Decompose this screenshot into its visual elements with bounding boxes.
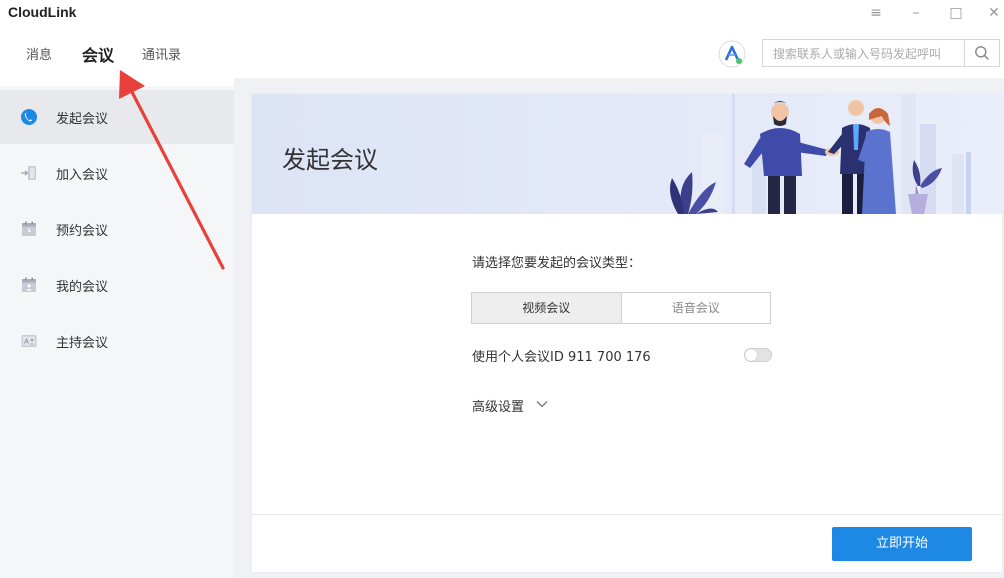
start-now-button[interactable]: 立即开始	[832, 527, 972, 561]
start-meeting-card: 发起会议 请选择您要发起的会议类型： 视频会议 语音会议 使用个人会议ID 91…	[252, 94, 1002, 572]
sidebar-item-start-meeting[interactable]: 发起会议	[0, 90, 234, 144]
menu-button[interactable]: ≡	[866, 4, 886, 22]
sidebar-item-join-meeting[interactable]: 加入会议	[0, 146, 234, 200]
calendar-user-icon	[22, 277, 36, 292]
meeting-type-prompt: 请选择您要发起的会议类型：	[472, 256, 642, 271]
title-bar: CloudLink ≡ – □ ✕	[0, 0, 1004, 28]
tab-contacts[interactable]: 通讯录	[142, 44, 181, 63]
tab-meetings[interactable]: 会议	[82, 42, 114, 66]
minimize-button[interactable]: –	[906, 4, 926, 22]
advanced-settings-link[interactable]: 高级设置	[472, 396, 524, 415]
sidebar-item-label: 主持会议	[56, 336, 109, 351]
video-meeting-option[interactable]: 视频会议	[472, 293, 622, 323]
banner: 发起会议	[252, 94, 1002, 214]
tab-messages[interactable]: 消息	[26, 44, 52, 63]
search-icon	[975, 46, 990, 61]
minimize-icon: –	[912, 5, 920, 21]
brand-logo-icon[interactable]	[718, 40, 746, 68]
sidebar-item-my-meetings[interactable]: 我的会议	[0, 258, 234, 312]
sidebar-item-schedule-meeting[interactable]: 预约会议	[0, 202, 234, 256]
maximize-button[interactable]: □	[946, 4, 966, 22]
toggle-knob	[745, 349, 757, 361]
close-button[interactable]: ✕	[984, 4, 1004, 22]
sidebar-item-label: 发起会议	[56, 112, 109, 127]
sidebar-item-label: 加入会议	[56, 168, 109, 183]
business-people-illustration	[670, 94, 971, 214]
search-input[interactable]	[771, 40, 965, 68]
sidebar-item-label: 预约会议	[56, 224, 109, 239]
sidebar-item-host-meeting[interactable]: 主持会议	[0, 314, 234, 368]
close-icon: ✕	[988, 5, 1000, 21]
personal-meeting-id-toggle[interactable]	[744, 348, 772, 362]
chevron-down-icon[interactable]	[536, 400, 548, 408]
hamburger-icon: ≡	[870, 5, 882, 21]
page-title: 发起会议	[282, 146, 378, 174]
app-title: CloudLink	[8, 4, 77, 20]
sidebar-item-label: 我的会议	[56, 280, 109, 295]
phone-badge-icon	[21, 109, 37, 125]
join-door-icon	[21, 166, 36, 180]
calendar-icon	[22, 221, 36, 236]
sidebar: 发起会议 加入会议 预约会议 我的会议 主持会议	[0, 86, 234, 578]
meeting-type-selector: 视频会议 语音会议	[471, 292, 771, 324]
search-box	[762, 39, 1000, 68]
search-button[interactable]	[964, 40, 999, 66]
maximize-icon: □	[949, 5, 963, 21]
host-screen-icon	[21, 335, 37, 347]
personal-meeting-id-label: 使用个人会议ID 911 700 176	[472, 350, 651, 365]
audio-meeting-option[interactable]: 语音会议	[621, 293, 770, 323]
footer-divider	[252, 514, 1002, 515]
